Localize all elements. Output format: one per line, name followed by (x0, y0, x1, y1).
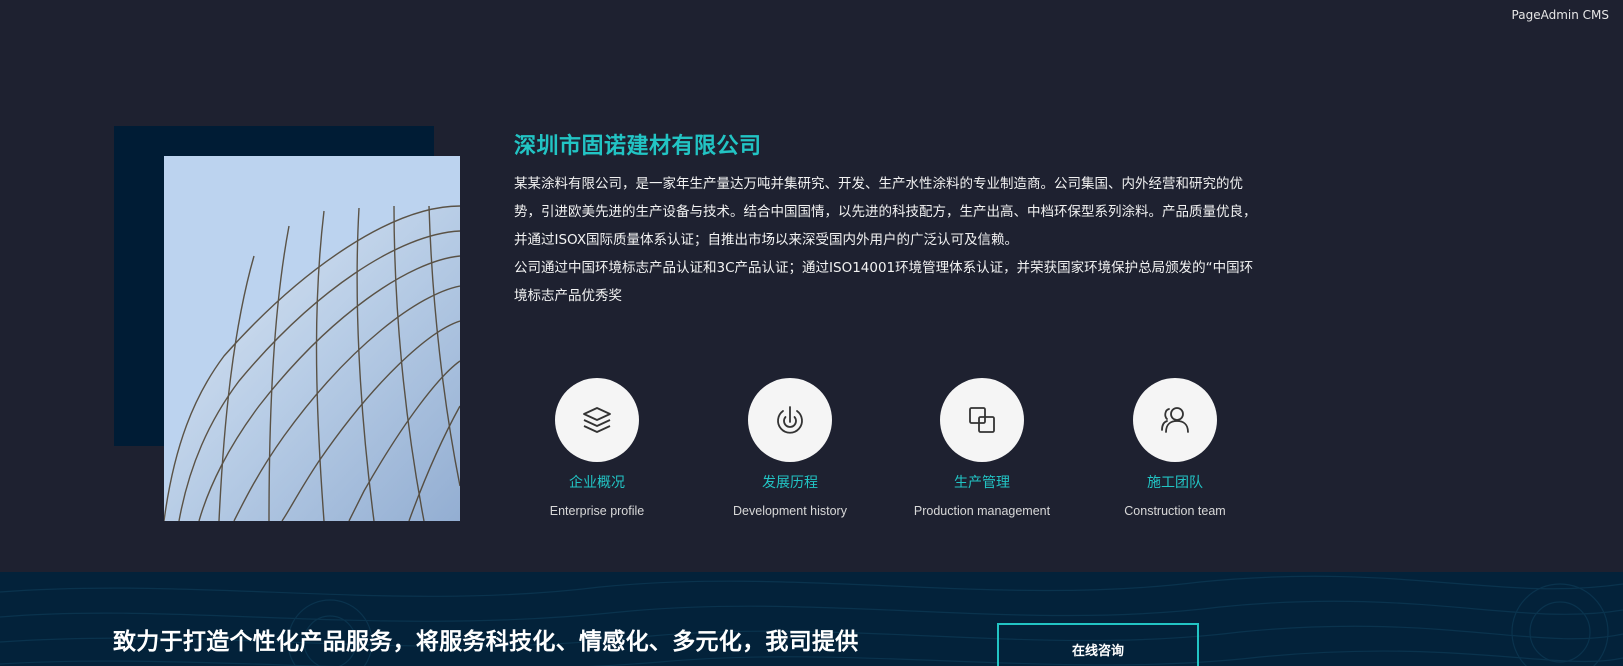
description-line: 某某涂料有限公司，是一家年生产量达万吨并集研究、开发、生产水性涂料的专业制造商。… (514, 176, 1243, 192)
about-section: 深圳市固诺建材有限公司 某某涂料有限公司，是一家年生产量达万吨并集研究、开发、生… (0, 0, 1623, 572)
overlap-squares-icon (969, 407, 995, 433)
description-line: 并通过ISOX国际质量体系认证；自推出市场以来深受国内外用户的广泛认可及信赖。 (514, 232, 1019, 248)
feature-construction-team[interactable]: 施工团队 Construction team (1075, 378, 1275, 518)
building-image (164, 156, 460, 521)
feature-subtitle: Construction team (1124, 504, 1226, 518)
feature-icon-circle (1133, 378, 1217, 462)
feature-icon-circle (748, 378, 832, 462)
description-line: 境标志产品优秀奖 (514, 288, 622, 304)
feature-title: 生产管理 (954, 475, 1010, 491)
layers-icon (583, 407, 611, 433)
feature-title: 施工团队 (1147, 475, 1203, 491)
feature-enterprise-profile[interactable]: 企业概况 Enterprise profile (497, 378, 697, 518)
cta-banner: 致力于打造个性化产品服务，将服务科技化、情感化、多元化，我司提供 在线咨询 (0, 572, 1623, 666)
feature-subtitle: Development history (733, 504, 847, 518)
banner-slogan: 致力于打造个性化产品服务，将服务科技化、情感化、多元化，我司提供 (113, 629, 859, 655)
feature-development-history[interactable]: 发展历程 Development history (690, 378, 890, 518)
building-illustration (164, 156, 460, 521)
team-users-icon (1161, 407, 1189, 433)
description-line: 公司通过中国环境标志产品认证和3C产品认证；通过ISO14001环境管理体系认证… (514, 260, 1254, 276)
power-history-icon (777, 406, 803, 434)
feature-production-management[interactable]: 生产管理 Production management (882, 378, 1082, 518)
feature-icon-circle (940, 378, 1024, 462)
feature-subtitle: Enterprise profile (549, 504, 645, 518)
feature-subtitle: Production management (913, 504, 1051, 518)
online-consult-button[interactable]: 在线咨询 (997, 623, 1199, 666)
company-description: 某某涂料有限公司，是一家年生产量达万吨并集研究、开发、生产水性涂料的专业制造商。… (514, 170, 1284, 310)
feature-links: 企业概况 Enterprise profile 发展历程 Development… (514, 378, 1284, 528)
feature-icon-circle (555, 378, 639, 462)
company-title: 深圳市固诺建材有限公司 (514, 134, 762, 159)
description-line: 势，引进欧美先进的生产设备与技术。结合中国国情，以先进的科技配方，生产出高、中档… (514, 204, 1257, 220)
feature-title: 发展历程 (762, 475, 818, 491)
feature-title: 企业概况 (569, 475, 625, 491)
